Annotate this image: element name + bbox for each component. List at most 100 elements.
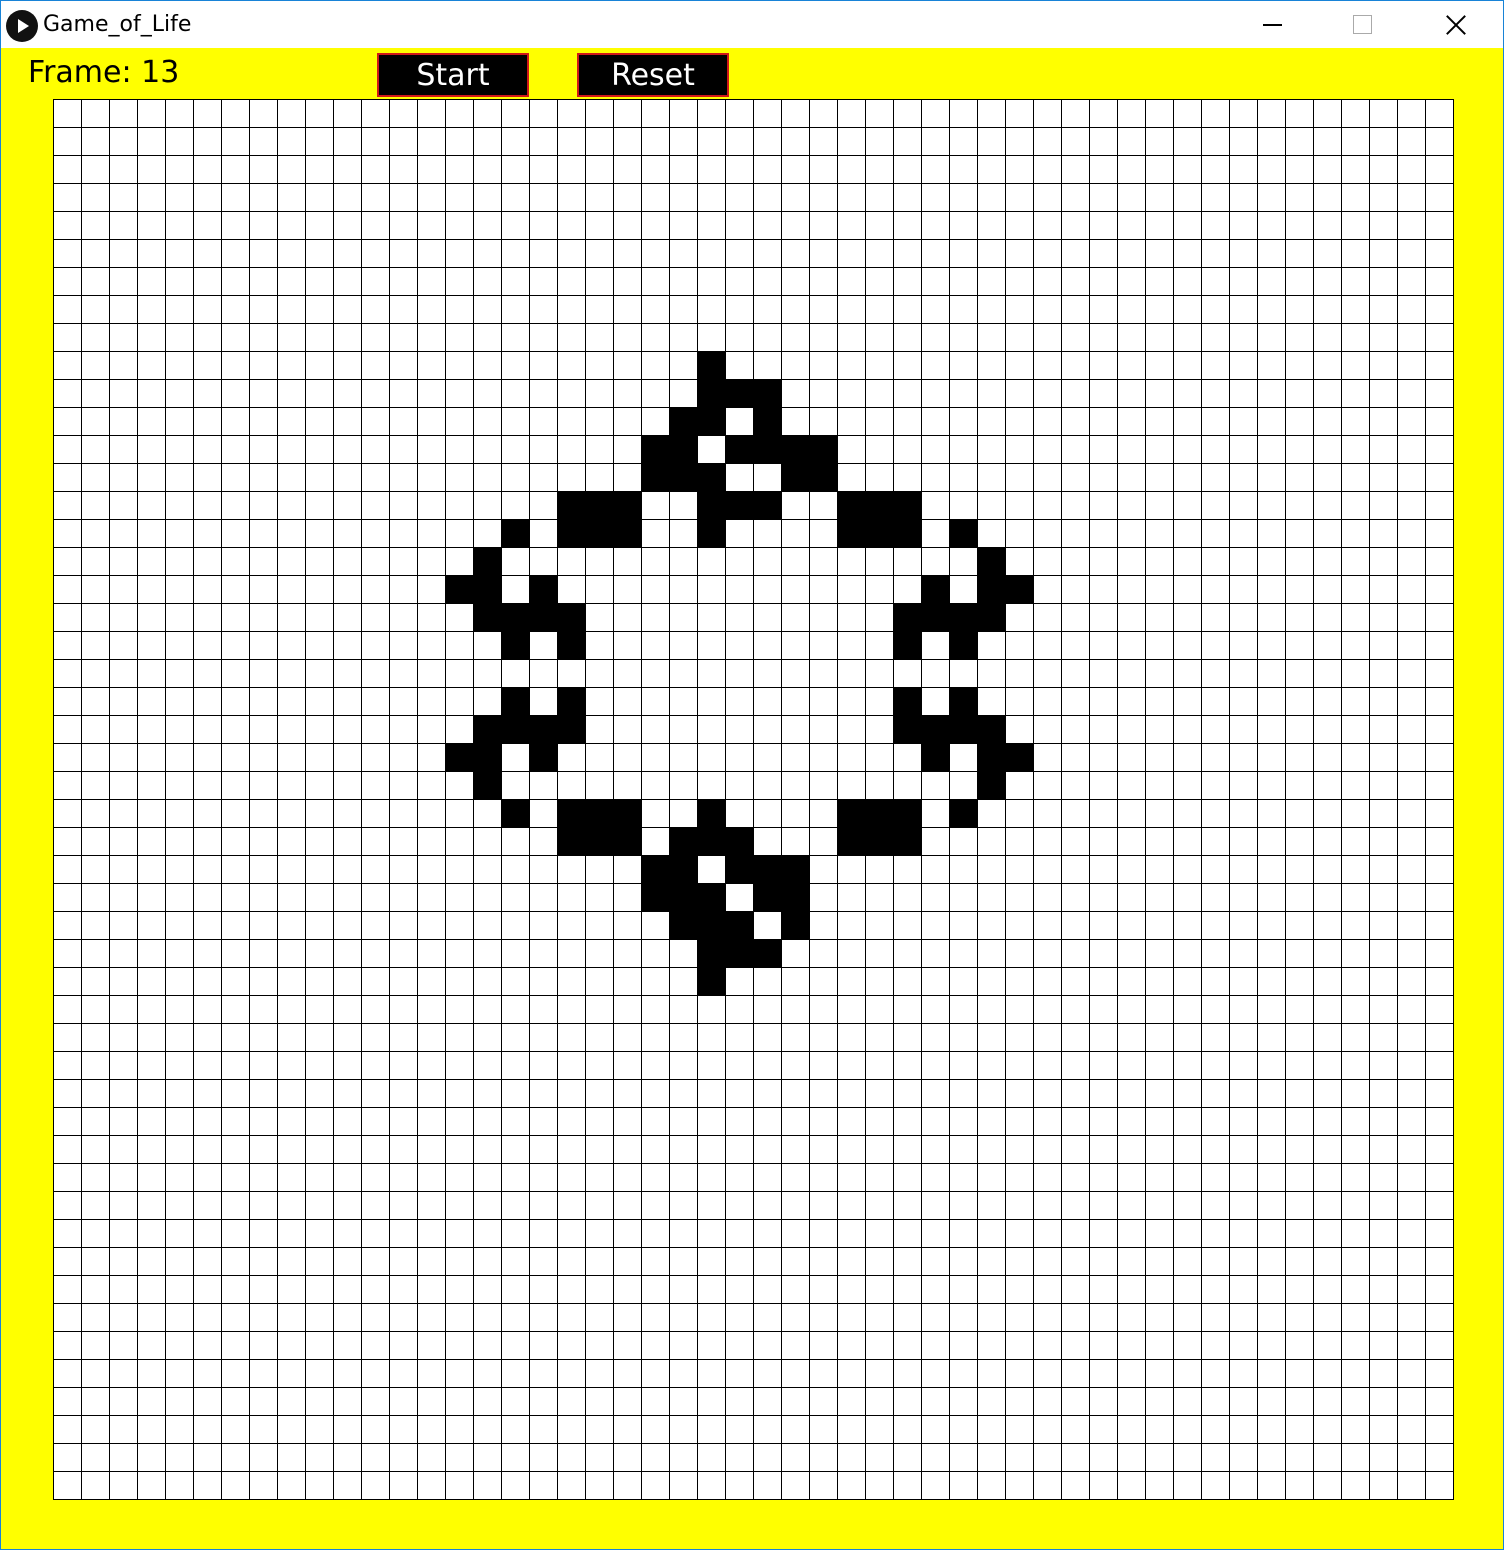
live-cell[interactable] [837, 519, 865, 547]
live-cell[interactable] [781, 435, 809, 463]
live-cell[interactable] [949, 799, 977, 827]
live-cell[interactable] [865, 519, 893, 547]
minimize-icon[interactable] [1227, 1, 1317, 48]
live-cell[interactable] [585, 491, 613, 519]
live-cell[interactable] [445, 743, 473, 771]
live-cell[interactable] [697, 911, 725, 939]
live-cell[interactable] [893, 631, 921, 659]
live-cell[interactable] [725, 939, 753, 967]
live-cell[interactable] [837, 491, 865, 519]
live-cell[interactable] [893, 715, 921, 743]
live-cell[interactable] [697, 351, 725, 379]
live-cell[interactable] [865, 799, 893, 827]
live-cell[interactable] [613, 827, 641, 855]
live-cell[interactable] [585, 827, 613, 855]
live-cell[interactable] [725, 855, 753, 883]
live-cell[interactable] [781, 911, 809, 939]
live-cell[interactable] [977, 771, 1005, 799]
live-cell[interactable] [753, 939, 781, 967]
live-cell[interactable] [669, 911, 697, 939]
live-cell[interactable] [613, 491, 641, 519]
live-cell[interactable] [781, 855, 809, 883]
live-cell[interactable] [949, 603, 977, 631]
live-cell[interactable] [585, 519, 613, 547]
live-cell[interactable] [781, 883, 809, 911]
live-cell[interactable] [837, 799, 865, 827]
live-cell[interactable] [501, 799, 529, 827]
live-cell[interactable] [949, 631, 977, 659]
live-cell[interactable] [921, 603, 949, 631]
live-cell[interactable] [529, 743, 557, 771]
live-cell[interactable] [697, 799, 725, 827]
live-cell[interactable] [921, 575, 949, 603]
live-cell[interactable] [501, 687, 529, 715]
live-cell[interactable] [893, 799, 921, 827]
live-cell[interactable] [529, 575, 557, 603]
live-cell[interactable] [473, 575, 501, 603]
live-cell[interactable] [725, 491, 753, 519]
live-cell[interactable] [697, 463, 725, 491]
maximize-icon[interactable] [1317, 1, 1407, 48]
live-cell[interactable] [445, 575, 473, 603]
live-cell[interactable] [865, 827, 893, 855]
live-cell[interactable] [809, 435, 837, 463]
live-cell[interactable] [669, 463, 697, 491]
live-cell[interactable] [697, 407, 725, 435]
close-icon[interactable] [1409, 1, 1499, 48]
live-cell[interactable] [697, 519, 725, 547]
live-cell[interactable] [669, 855, 697, 883]
live-cell[interactable] [557, 687, 585, 715]
live-cell[interactable] [725, 827, 753, 855]
live-cell[interactable] [977, 575, 1005, 603]
live-cell[interactable] [557, 631, 585, 659]
live-cell[interactable] [697, 379, 725, 407]
live-cell[interactable] [893, 519, 921, 547]
live-cell[interactable] [473, 715, 501, 743]
live-cell[interactable] [557, 603, 585, 631]
live-cell[interactable] [977, 547, 1005, 575]
live-cell[interactable] [669, 435, 697, 463]
live-cell[interactable] [501, 631, 529, 659]
live-cell[interactable] [977, 743, 1005, 771]
live-cell[interactable] [697, 827, 725, 855]
live-cell[interactable] [949, 519, 977, 547]
live-cell[interactable] [753, 855, 781, 883]
live-cell[interactable] [921, 743, 949, 771]
live-cell[interactable] [977, 715, 1005, 743]
live-cell[interactable] [697, 967, 725, 995]
live-cell[interactable] [669, 827, 697, 855]
live-cell[interactable] [557, 799, 585, 827]
live-cell[interactable] [865, 491, 893, 519]
live-cell[interactable] [613, 519, 641, 547]
live-cell[interactable] [641, 855, 669, 883]
live-cell[interactable] [893, 827, 921, 855]
live-cell[interactable] [473, 603, 501, 631]
live-cell[interactable] [977, 603, 1005, 631]
live-cell[interactable] [837, 827, 865, 855]
live-cell[interactable] [921, 715, 949, 743]
live-cell[interactable] [641, 435, 669, 463]
live-cell[interactable] [669, 407, 697, 435]
start-button[interactable]: Start [377, 53, 529, 97]
live-cell[interactable] [725, 435, 753, 463]
live-cell[interactable] [893, 603, 921, 631]
live-cell[interactable] [669, 883, 697, 911]
live-cell[interactable] [809, 463, 837, 491]
live-cell[interactable] [529, 603, 557, 631]
live-cell[interactable] [557, 715, 585, 743]
live-cell[interactable] [585, 799, 613, 827]
live-cell[interactable] [893, 491, 921, 519]
live-cell[interactable] [949, 687, 977, 715]
live-cell[interactable] [1005, 743, 1033, 771]
live-cell[interactable] [725, 911, 753, 939]
live-cell[interactable] [557, 491, 585, 519]
live-cell[interactable] [893, 687, 921, 715]
life-grid[interactable] [53, 99, 1454, 1500]
live-cell[interactable] [613, 799, 641, 827]
live-cell[interactable] [473, 771, 501, 799]
live-cell[interactable] [697, 883, 725, 911]
live-cell[interactable] [781, 463, 809, 491]
live-cell[interactable] [725, 379, 753, 407]
live-cell[interactable] [753, 491, 781, 519]
live-cell[interactable] [949, 715, 977, 743]
